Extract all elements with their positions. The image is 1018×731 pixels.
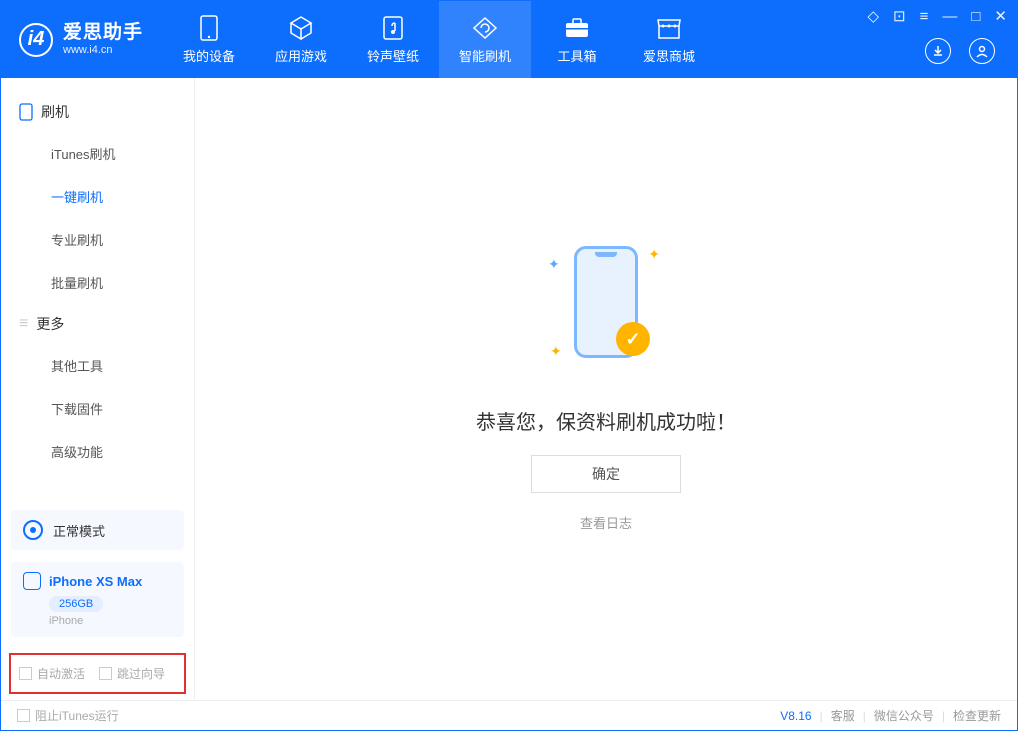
app-url: www.i4.cn [63,44,143,56]
nav-tab-store[interactable]: 爱思商城 [623,1,715,78]
device-name: iPhone XS Max [49,574,142,589]
logo-icon: i4 [19,23,53,57]
device-icon [196,15,222,41]
success-message: 恭喜您，保资料刷机成功啦！ [476,406,736,435]
checkbox-icon [17,709,30,722]
device-storage-badge: 256GB [49,596,103,612]
maximize-icon[interactable]: □ [971,8,980,25]
user-icon[interactable] [969,38,995,64]
refresh-icon [472,15,498,41]
sidebar-item-itunes-flash[interactable]: iTunes刷机 [1,132,194,175]
device-card[interactable]: iPhone XS Max 256GB iPhone [11,562,184,637]
music-icon [380,15,406,41]
confirm-button[interactable]: 确定 [531,455,681,493]
mode-card[interactable]: 正常模式 [11,510,184,550]
sidebar: 刷机 iTunes刷机 一键刷机 专业刷机 批量刷机 ≡ 更多 其他工具 下载固… [1,78,195,700]
nav-tab-flash[interactable]: 智能刷机 [439,1,531,78]
app-title: 爱思助手 [63,23,143,44]
hamburger-icon: ≡ [19,315,28,333]
checkbox-auto-activate[interactable]: 自动激活 [19,665,85,682]
header-actions [925,38,995,64]
device-phone-icon [23,572,41,590]
minimize-icon[interactable]: — [942,8,957,25]
nav-tab-ringtone[interactable]: 铃声壁纸 [347,1,439,78]
download-icon[interactable] [925,38,951,64]
checkbox-icon [19,667,32,680]
check-badge-icon: ✓ [616,322,650,356]
logo-area: i4 爱思助手 www.i4.cn [1,1,163,78]
checkbox-icon [99,667,112,680]
checkbox-skip-guide[interactable]: 跳过向导 [99,665,165,682]
highlight-options: 自动激活 跳过向导 [9,653,186,694]
sidebar-item-download-firmware[interactable]: 下载固件 [1,387,194,430]
sidebar-item-other-tools[interactable]: 其他工具 [1,344,194,387]
sidebar-section-flash: 刷机 [1,92,194,132]
nav-tab-device[interactable]: 我的设备 [163,1,255,78]
statusbar: 阻止iTunes运行 V8.16 | 客服 | 微信公众号 | 检查更新 [1,700,1017,730]
toolbox-icon [564,15,590,41]
checkbox-block-itunes[interactable]: 阻止iTunes运行 [17,707,119,724]
view-log-link[interactable]: 查看日志 [580,513,632,532]
store-icon [656,15,682,41]
menu-icon[interactable]: ≡ [920,8,929,25]
sidebar-section-more: ≡ 更多 [1,304,194,344]
link-check-update[interactable]: 检查更新 [953,707,1001,724]
phone-outline-icon [19,103,33,121]
window-controls: ◇ ⊡ ≡ — □ ✕ [867,7,1007,25]
shirt-icon[interactable]: ◇ [867,7,879,25]
link-support[interactable]: 客服 [831,707,855,724]
link-wechat[interactable]: 微信公众号 [874,707,934,724]
close-icon[interactable]: ✕ [994,7,1007,25]
device-type: iPhone [49,615,172,627]
main-content: ✦ ✦ ✦ ✓ 恭喜您，保资料刷机成功啦！ 确定 查看日志 [195,78,1017,700]
sidebar-item-pro-flash[interactable]: 专业刷机 [1,218,194,261]
success-illustration: ✦ ✦ ✦ ✓ [556,246,656,386]
nav-tabs: 我的设备 应用游戏 铃声壁纸 智能刷机 工具箱 爱思商城 [163,1,715,78]
mode-icon [23,520,43,540]
sidebar-item-batch-flash[interactable]: 批量刷机 [1,261,194,304]
app-header: i4 爱思助手 www.i4.cn 我的设备 应用游戏 铃声壁纸 智能刷机 工具… [1,1,1017,78]
cube-icon [288,15,314,41]
sidebar-item-advanced[interactable]: 高级功能 [1,430,194,473]
nav-tab-apps[interactable]: 应用游戏 [255,1,347,78]
feedback-icon[interactable]: ⊡ [893,7,906,25]
nav-tab-toolbox[interactable]: 工具箱 [531,1,623,78]
version-label: V8.16 [780,709,811,723]
sidebar-item-oneclick-flash[interactable]: 一键刷机 [1,175,194,218]
